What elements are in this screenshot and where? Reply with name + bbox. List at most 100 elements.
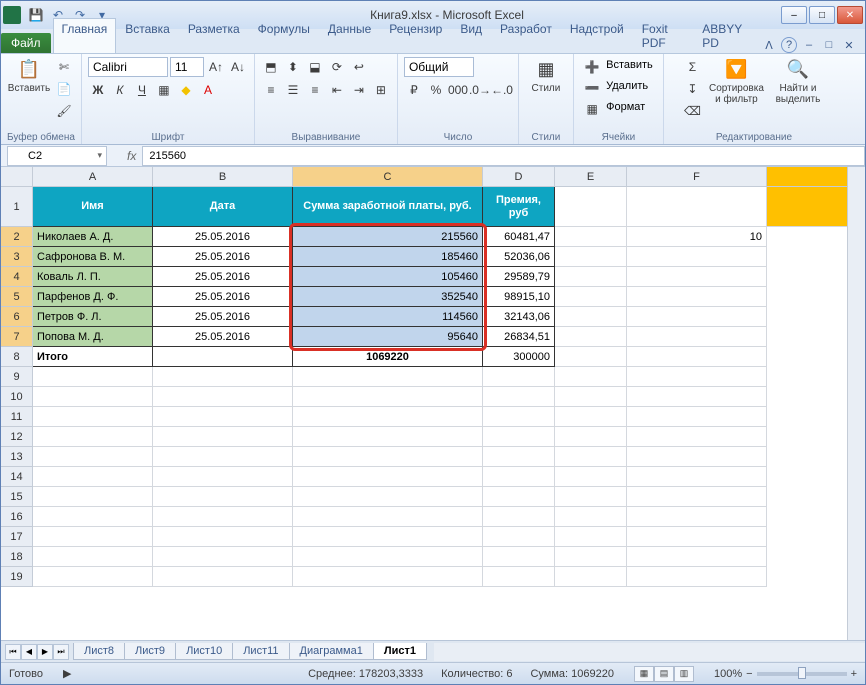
cell-B15[interactable] (153, 487, 293, 507)
row-header-15[interactable]: 15 (1, 487, 33, 507)
cell-F15[interactable] (627, 487, 767, 507)
sheet-tab-Лист9[interactable]: Лист9 (124, 643, 176, 660)
font-name-combo[interactable]: Calibri (88, 57, 168, 77)
cell-E13[interactable] (555, 447, 627, 467)
find-select-button[interactable]: 🔍 Найти и выделить (770, 57, 825, 105)
formula-input[interactable]: 215560 (142, 146, 865, 166)
cell-D15[interactable] (483, 487, 555, 507)
cell-D2[interactable]: 60481,47 (483, 227, 555, 247)
cell-C5[interactable]: 352540 (293, 287, 483, 307)
sheet-tab-Лист8[interactable]: Лист8 (73, 643, 125, 660)
cell-F1[interactable] (627, 187, 767, 227)
font-size-combo[interactable]: 11 (170, 57, 204, 77)
cell-B16[interactable] (153, 507, 293, 527)
cell-D12[interactable] (483, 427, 555, 447)
cell-E4[interactable] (555, 267, 627, 287)
paste-button[interactable]: 📋 Вставить (8, 57, 50, 94)
tab-nav-3[interactable]: ⏭ (53, 644, 69, 660)
cell-A12[interactable] (33, 427, 153, 447)
cell-D14[interactable] (483, 467, 555, 487)
qat-save-icon[interactable]: 💾 (26, 5, 46, 25)
window-close-button[interactable]: ✕ (837, 6, 863, 24)
row-header-18[interactable]: 18 (1, 547, 33, 567)
row-header-10[interactable]: 10 (1, 387, 33, 407)
number-format-combo[interactable]: Общий (404, 57, 474, 77)
cell-A2[interactable]: Николаев А. Д. (33, 227, 153, 247)
cell-C2[interactable]: 215560 (293, 227, 483, 247)
cell-D18[interactable] (483, 547, 555, 567)
cell-D8[interactable]: 300000 (483, 347, 555, 367)
cell-D9[interactable] (483, 367, 555, 387)
cell-E8[interactable] (555, 347, 627, 367)
row-header-6[interactable]: 6 (1, 307, 33, 327)
cell-F7[interactable] (627, 327, 767, 347)
cell-A1[interactable]: Имя (33, 187, 153, 227)
ribbon-tab-рецензир[interactable]: Рецензир (380, 18, 451, 53)
cell-C11[interactable] (293, 407, 483, 427)
doc-maximize-button[interactable]: □ (821, 37, 837, 53)
zoom-in-button[interactable]: + (851, 668, 857, 680)
border-button[interactable]: ▦ (154, 80, 174, 100)
cell-C9[interactable] (293, 367, 483, 387)
cell-A17[interactable] (33, 527, 153, 547)
format-painter-button[interactable]: 🖌 (54, 101, 74, 121)
cell-F8[interactable] (627, 347, 767, 367)
cell-E1[interactable] (555, 187, 627, 227)
row-header-14[interactable]: 14 (1, 467, 33, 487)
window-maximize-button[interactable]: □ (809, 6, 835, 24)
cell-A7[interactable]: Попова М. Д. (33, 327, 153, 347)
cell-B14[interactable] (153, 467, 293, 487)
fill-button[interactable]: ↧ (682, 79, 702, 99)
cell-C3[interactable]: 185460 (293, 247, 483, 267)
cell-B3[interactable]: 25.05.2016 (153, 247, 293, 267)
cell-C14[interactable] (293, 467, 483, 487)
cell-A11[interactable] (33, 407, 153, 427)
fill-color-button[interactable]: ◆ (176, 80, 196, 100)
select-all-corner[interactable] (1, 167, 33, 187)
cell-D6[interactable]: 32143,06 (483, 307, 555, 327)
cell-F13[interactable] (627, 447, 767, 467)
cell-F16[interactable] (627, 507, 767, 527)
status-macro-icon[interactable]: ▶ (63, 667, 71, 680)
ribbon-minimize-icon[interactable]: ᐱ (761, 37, 777, 53)
cell-D17[interactable] (483, 527, 555, 547)
cell-extra-1[interactable] (767, 187, 847, 227)
cell-D19[interactable] (483, 567, 555, 587)
row-header-16[interactable]: 16 (1, 507, 33, 527)
cell-F5[interactable] (627, 287, 767, 307)
increase-font-button[interactable]: A↑ (206, 57, 226, 77)
bold-button[interactable]: Ж (88, 80, 108, 100)
cell-E14[interactable] (555, 467, 627, 487)
ribbon-tab-формулы[interactable]: Формулы (249, 18, 319, 53)
cell-E18[interactable] (555, 547, 627, 567)
cell-C13[interactable] (293, 447, 483, 467)
comma-button[interactable]: 000 (448, 80, 468, 100)
col-header-F[interactable]: F (627, 167, 767, 187)
ribbon-tab-вставка[interactable]: Вставка (116, 18, 179, 53)
cell-A5[interactable]: Парфенов Д. Ф. (33, 287, 153, 307)
zoom-thumb[interactable] (798, 667, 806, 679)
cell-B4[interactable]: 25.05.2016 (153, 267, 293, 287)
cell-F19[interactable] (627, 567, 767, 587)
cell-B17[interactable] (153, 527, 293, 547)
decrease-decimal-button[interactable]: ←.0 (492, 80, 512, 100)
align-middle-button[interactable]: ⬍ (283, 57, 303, 77)
cell-D13[interactable] (483, 447, 555, 467)
cell-F4[interactable] (627, 267, 767, 287)
view-pagebreak-button[interactable]: ▥ (674, 666, 694, 682)
currency-button[interactable]: ₽ (404, 80, 424, 100)
cell-E12[interactable] (555, 427, 627, 447)
insert-cells-button[interactable]: ➕Вставить (582, 57, 655, 77)
cell-D1[interactable]: Премия, руб (483, 187, 555, 227)
cell-F18[interactable] (627, 547, 767, 567)
cell-B18[interactable] (153, 547, 293, 567)
cell-A16[interactable] (33, 507, 153, 527)
ribbon-tab-надстрой[interactable]: Надстрой (561, 18, 633, 53)
align-right-button[interactable]: ≡ (305, 80, 325, 100)
align-left-button[interactable]: ≡ (261, 80, 281, 100)
col-header-E[interactable]: E (555, 167, 627, 187)
row-header-13[interactable]: 13 (1, 447, 33, 467)
cell-A13[interactable] (33, 447, 153, 467)
doc-minimize-button[interactable]: – (801, 37, 817, 53)
row-header-9[interactable]: 9 (1, 367, 33, 387)
